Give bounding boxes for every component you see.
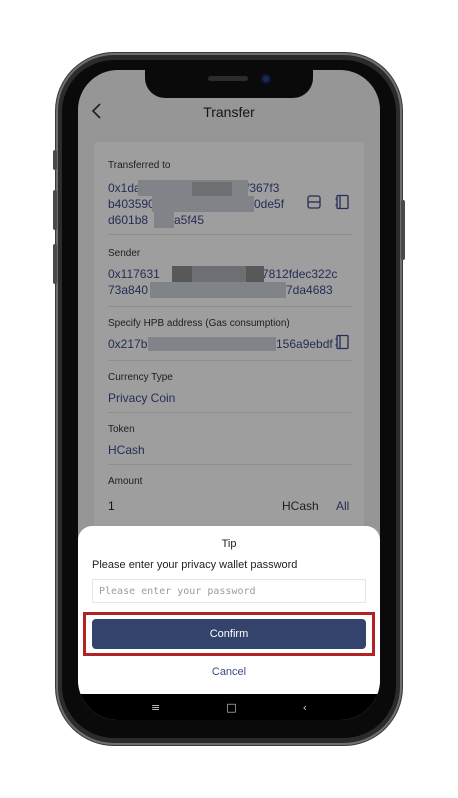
password-dialog: Tip Please enter your privacy wallet pas… [78, 526, 380, 694]
menu-icon[interactable]: ≡ [151, 701, 160, 714]
system-navigation-bar: ≡ □ ‹ [78, 694, 380, 720]
dialog-prompt: Please enter your privacy wallet passwor… [92, 559, 298, 571]
side-button-volume-down [53, 244, 57, 284]
cancel-button[interactable]: Cancel [78, 666, 380, 678]
side-button-mute [53, 150, 57, 170]
side-button-volume-up [53, 190, 57, 230]
phone-screen: Transfer Transferred to 0x1da f367f3 b40… [78, 70, 380, 720]
speaker-grille [208, 76, 248, 81]
password-input[interactable] [92, 579, 366, 603]
dialog-title: Tip [221, 538, 237, 550]
screenshot-stage: Transfer Transferred to 0x1da f367f3 b40… [0, 0, 458, 798]
back-icon[interactable]: ‹ [303, 701, 307, 714]
home-icon[interactable]: □ [226, 701, 236, 714]
side-button-power [401, 200, 405, 260]
front-camera [261, 74, 271, 84]
confirm-button[interactable]: Confirm [92, 619, 366, 649]
